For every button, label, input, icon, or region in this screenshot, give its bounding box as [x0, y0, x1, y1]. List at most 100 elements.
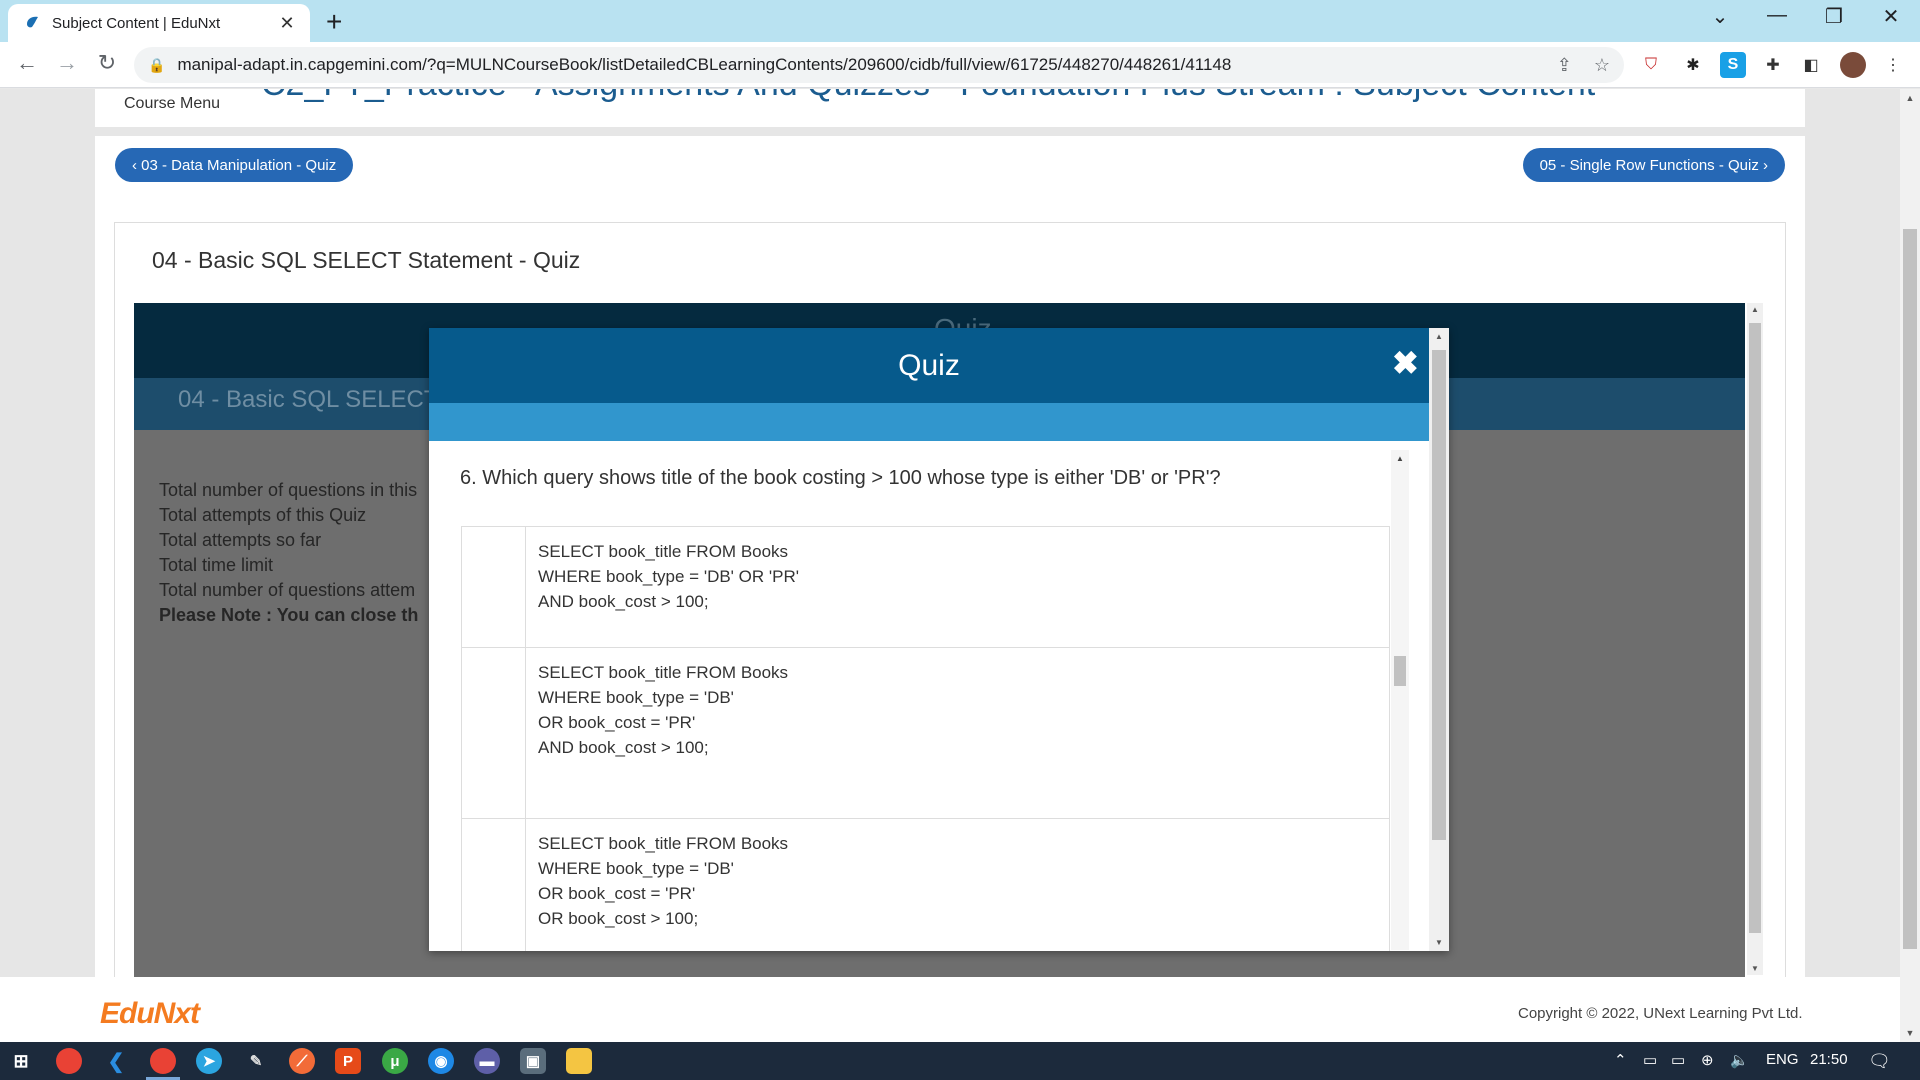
network-globe-icon[interactable]: ⊕	[1701, 1051, 1714, 1069]
option-text: SELECT book_title FROM Books WHERE book_…	[538, 831, 788, 931]
modal-title: Quiz	[898, 349, 960, 382]
image-app-icon[interactable]: ▣	[520, 1048, 546, 1074]
puzzle-extensions-icon[interactable]: ✚	[1760, 52, 1786, 78]
answer-option[interactable]: SELECT book_title FROM Books WHERE book_…	[461, 527, 1390, 648]
browser-menu-icon[interactable]: ⋮	[1880, 52, 1906, 78]
clock[interactable]: 21:50	[1810, 1051, 1848, 1068]
address-bar[interactable]: 🔒 manipal-adapt.in.capgemini.com/?q=MULN…	[134, 47, 1624, 83]
modal-scrollbar[interactable]: ▲ ▼	[1429, 328, 1449, 951]
option-line: SELECT book_title FROM Books	[538, 663, 789, 682]
edunxt-logo: EduNxt	[100, 997, 200, 1031]
app-icon[interactable]: ▬	[474, 1048, 500, 1074]
url-text[interactable]: manipal-adapt.in.capgemini.com/?q=MULNCo…	[177, 55, 1534, 75]
utorrent-icon[interactable]: μ	[382, 1048, 408, 1074]
logo-nxt: Nxt	[153, 997, 200, 1030]
option-line: WHERE book_type = 'DB' OR 'PR'	[538, 567, 799, 586]
minimize-button[interactable]: —	[1757, 4, 1797, 27]
app-icon[interactable]: ◉	[428, 1048, 454, 1074]
profile-avatar[interactable]	[1840, 52, 1866, 78]
scroll-down-icon[interactable]: ▼	[1429, 938, 1449, 947]
scroll-down-icon[interactable]: ▼	[1900, 1028, 1920, 1038]
page-scroll-thumb[interactable]	[1903, 229, 1917, 949]
prev-quiz-button[interactable]: ‹ 03 - Data Manipulation - Quiz	[115, 148, 354, 182]
embed-scrollbar[interactable]: ▲ ▼	[1747, 303, 1763, 975]
browser-tab-bar: Subject Content | EduNxt ✕ + ⌄ — ❐ ✕	[0, 0, 1920, 42]
embed-scroll-thumb[interactable]	[1749, 323, 1761, 933]
answer-options: SELECT book_title FROM Books WHERE book_…	[461, 526, 1390, 951]
lock-icon: 🔒	[148, 56, 166, 73]
option-text: SELECT book_title FROM Books WHERE book_…	[538, 539, 799, 614]
info-line: Total number of questions attem	[159, 580, 416, 600]
battery-icon[interactable]: ▭	[1671, 1051, 1685, 1069]
side-panel-icon[interactable]: ◧	[1798, 52, 1824, 78]
forward-icon[interactable]: →	[52, 50, 82, 76]
question-scrollbar[interactable]: ▲	[1391, 450, 1409, 950]
p-app-icon[interactable]: P	[335, 1048, 361, 1074]
postman-icon[interactable]: ⟋	[289, 1048, 315, 1074]
bookmark-star-icon[interactable]: ☆	[1594, 55, 1610, 76]
scroll-up-icon[interactable]: ▲	[1900, 93, 1920, 103]
option-selector[interactable]	[462, 527, 526, 647]
app-icon[interactable]: ✎	[243, 1048, 269, 1074]
scroll-up-icon[interactable]: ▲	[1429, 332, 1449, 341]
info-line: Total attempts so far	[159, 530, 322, 550]
page-footer: EduNxt Copyright © 2022, UNext Learning …	[0, 977, 1900, 1042]
pocket-extension-icon[interactable]: ⛉	[1638, 52, 1664, 78]
course-header: C2_FT_Practice - Assignments And Quizzes…	[95, 89, 1805, 127]
tab-close-icon[interactable]: ✕	[276, 13, 298, 34]
tab-search-icon[interactable]: ⌄	[1700, 4, 1740, 29]
tab-title: Subject Content | EduNxt	[52, 14, 221, 32]
page-scrollbar[interactable]: ▲ ▼	[1900, 89, 1920, 1042]
restore-button[interactable]: ❐	[1814, 4, 1854, 29]
telegram-icon[interactable]: ➤	[196, 1048, 222, 1074]
option-line: SELECT book_title FROM Books	[538, 834, 789, 853]
modal-close-icon[interactable]: ✖	[1392, 344, 1419, 382]
option-line: AND book_cost > 100;	[538, 738, 709, 757]
language-indicator[interactable]: ENG	[1766, 1051, 1799, 1068]
option-text: SELECT book_title FROM Books WHERE book_…	[538, 660, 788, 760]
info-line: Total time limit	[159, 555, 274, 575]
back-icon[interactable]: ←	[12, 50, 42, 76]
tray-app-icon[interactable]: ▭	[1643, 1051, 1657, 1069]
course-menu-button[interactable]: Course Menu	[124, 95, 220, 113]
scroll-up-icon[interactable]: ▲	[1391, 454, 1409, 463]
chrome-active-icon[interactable]	[150, 1048, 176, 1074]
tray-overflow-icon[interactable]: ⌃	[1614, 1051, 1627, 1069]
option-line: OR book_cost = 'PR'	[538, 884, 696, 903]
volume-icon[interactable]: 🔈	[1730, 1051, 1749, 1069]
scroll-up-icon[interactable]: ▲	[1747, 305, 1763, 314]
quiz-modal: Quiz ✖ 6. Which query shows title of the…	[429, 328, 1449, 951]
answer-option[interactable]: SELECT book_title FROM Books WHERE book_…	[461, 648, 1390, 819]
chrome-icon[interactable]	[56, 1048, 82, 1074]
modal-scroll-thumb[interactable]	[1432, 350, 1446, 840]
info-line: Total number of questions in this	[159, 480, 418, 500]
vscode-icon[interactable]: ❮	[103, 1048, 129, 1074]
info-note: Please Note : You can close th	[159, 605, 419, 625]
next-quiz-button[interactable]: 05 - Single Row Functions - Quiz ›	[1522, 148, 1785, 182]
new-tab-button[interactable]: +	[326, 6, 342, 38]
notifications-icon[interactable]: 🗨	[1868, 1051, 1891, 1072]
option-selector[interactable]	[462, 819, 526, 951]
option-line: WHERE book_type = 'DB'	[538, 859, 734, 878]
share-icon[interactable]: ⇪	[1557, 55, 1572, 76]
extension-icon[interactable]: ✱	[1680, 52, 1706, 78]
windows-start-icon[interactable]: ⊞	[8, 1048, 34, 1074]
reload-icon[interactable]: ↻	[92, 50, 122, 76]
file-explorer-icon[interactable]	[566, 1048, 592, 1074]
course-title: C2_FT_Practice - Assignments And Quizzes…	[261, 89, 1595, 104]
option-line: OR book_cost > 100;	[538, 909, 699, 928]
question-scroll-thumb[interactable]	[1394, 656, 1406, 686]
copyright-text: Copyright © 2022, UNext Learning Pvt Ltd…	[1518, 1005, 1803, 1022]
close-window-button[interactable]: ✕	[1871, 4, 1911, 29]
option-line: OR book_cost = 'PR'	[538, 713, 696, 732]
option-line: AND book_cost > 100;	[538, 592, 709, 611]
s-extension-icon[interactable]: S	[1720, 52, 1746, 78]
option-selector[interactable]	[462, 648, 526, 818]
option-line: SELECT book_title FROM Books	[538, 542, 789, 561]
browser-tab[interactable]: Subject Content | EduNxt ✕	[8, 4, 310, 42]
answer-option[interactable]: SELECT book_title FROM Books WHERE book_…	[461, 819, 1390, 951]
logo-edu: Edu	[100, 997, 155, 1030]
scroll-down-icon[interactable]: ▼	[1747, 964, 1763, 973]
edunxt-favicon-icon	[27, 16, 38, 28]
modal-header: Quiz ✖	[429, 328, 1429, 403]
